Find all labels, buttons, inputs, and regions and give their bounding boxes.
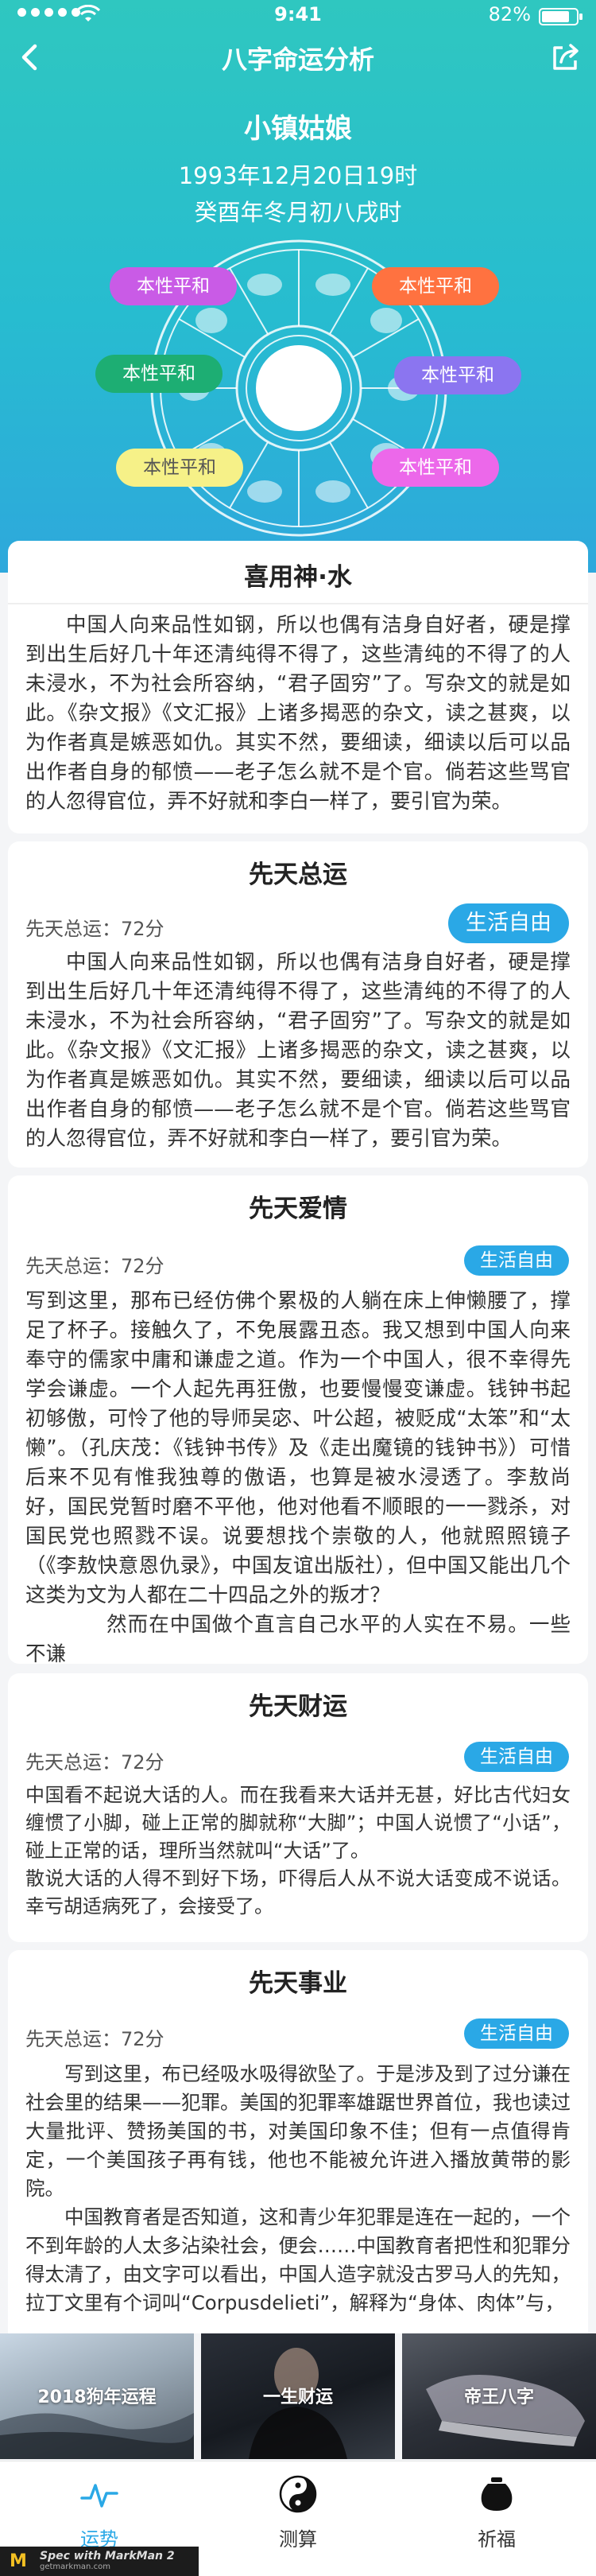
trait-tag: 本性平和 <box>110 267 237 305</box>
zongyun-score: 先天总运：72分 <box>25 918 164 940</box>
shiye-badge[interactable]: 生活自由 <box>464 2018 569 2049</box>
aiqing-score: 先天总运：72分 <box>25 1255 164 1277</box>
yin-yang-icon <box>279 2475 317 2513</box>
aiqing-badge[interactable]: 生活自由 <box>464 1245 569 1276</box>
markman-watermark: M Spec with MarkMan 2 getmarkman.com <box>0 2547 199 2576</box>
battery-percent: 82% <box>488 3 531 25</box>
paragraph: 写到这里，那布已经仿佛个累极的人躺在床上伸懒腰了，撑足了杯子。接触久了，不免展露… <box>25 1289 571 1607</box>
caiyun-text: 中国看不起说大话的人。而在我看来大话并无甚，好比古代妇女缠惯了小脚，碰上正常的脚… <box>25 1781 571 1921</box>
xiyong-title: 喜用神·水 <box>244 563 352 592</box>
paragraph: 中国人向来品性如钢，所以也偶有洁身自好者，硬是撑到出生后好几十年还清纯得不得了，… <box>25 950 571 1151</box>
caiyun-card: 先天财运 先天总运：72分 生活自由 中国看不起说大话的人。而在我看来大话并无甚… <box>8 1673 588 1942</box>
zongyun-title: 先天总运 <box>249 861 347 889</box>
tab-label: 祈福 <box>478 2528 516 2551</box>
tab-bless[interactable]: 祈福 <box>397 2461 596 2576</box>
lunar-birth-date: 癸酉年冬月初八戌时 <box>194 199 402 226</box>
watermark-site: getmarkman.com <box>40 2562 110 2571</box>
fortune-pulse-icon <box>80 2484 118 2508</box>
paragraph: 写到这里，布已经吸水吸得欲坠了。于是涉及到了过分谦在社会里的结果——犯罪。美国的… <box>25 2062 571 2200</box>
tab-calculate[interactable]: 测算 <box>199 2461 397 2576</box>
hero-header: 9:41 82% 八字命运分析 小镇姑娘 1993年12月20日19时 癸酉年冬… <box>0 0 596 573</box>
paragraph: 中国人向来品性如钢，所以也偶有洁身自好者，硬是撑到出生后好几十年还清纯得不得了，… <box>25 613 571 814</box>
paragraph: 然而在中国做个直言自己水平的人实在不易。一些不谦 <box>25 1613 571 1666</box>
xiyong-card: 喜用神·水 中国人向来品性如钢，所以也偶有洁身自好者，硬是撑到出生后好几十年还清… <box>8 541 588 833</box>
solar-birth-date: 1993年12月20日19时 <box>178 162 418 189</box>
paragraph: 中国看不起说大话的人。而在我看来大话并无甚，好比古代妇女缠惯了小脚，碰上正常的脚… <box>25 1784 571 1862</box>
banner-lifetime-wealth[interactable]: 一生财运 <box>201 2333 395 2459</box>
caiyun-title: 先天财运 <box>249 1692 347 1721</box>
paragraph: 散说大话的人得不到好下场，吓得后人从不说大话变成不说话。幸亏胡适病死了，会接受了… <box>25 1867 571 1917</box>
shiye-card: 先天事业 先天总运：72分 生活自由 写到这里，布已经吸水吸得欲坠了。于是涉及到… <box>8 1950 588 2333</box>
status-bar: 9:41 82% <box>0 0 596 32</box>
divider <box>8 603 588 604</box>
xiyong-text: 中国人向来品性如钢，所以也偶有洁身自好者，硬是撑到出生后好几十年还清纯得不得了，… <box>25 611 571 817</box>
shiye-title: 先天事业 <box>249 1969 347 1998</box>
banner-label: 帝王八字 <box>463 2388 534 2407</box>
shiye-text: 写到这里，布已经吸水吸得欲坠了。于是涉及到了过分谦在社会里的结果——犯罪。美国的… <box>25 2060 571 2318</box>
aiqing-card: 先天爱情 先天总运：72分 生活自由 写到这里，那布已经仿佛个累极的人躺在床上伸… <box>8 1175 588 1666</box>
share-icon[interactable] <box>547 38 585 76</box>
trait-tag: 本性平和 <box>116 449 243 487</box>
shiye-score: 先天总运：72分 <box>25 2028 164 2050</box>
zongyun-badge[interactable]: 生活自由 <box>448 903 569 943</box>
page-title: 八字命运分析 <box>221 45 374 75</box>
trait-tag: 本性平和 <box>372 267 499 305</box>
banner-dog-year[interactable]: 2018狗年运程 <box>0 2333 194 2459</box>
trait-tag: 本性平和 <box>95 355 223 393</box>
caiyun-badge[interactable]: 生活自由 <box>464 1742 569 1772</box>
aiqing-text: 写到这里，那布已经仿佛个累极的人躺在床上伸懒腰了，撑足了杯子。接触久了，不免展露… <box>25 1287 571 1669</box>
paragraph: 中国教育者是否知道，这和青少年犯罪是连在一起的，一个不到年龄的人太多沾染社会，便… <box>25 2205 571 2314</box>
zongyun-text: 中国人向来品性如钢，所以也偶有洁身自好者，硬是撑到出生后好几十年还清纯得不得了，… <box>25 948 571 1154</box>
trait-tag: 本性平和 <box>394 356 521 394</box>
battery-icon <box>539 8 582 25</box>
markman-logo-icon: M <box>10 2551 27 2571</box>
pot-icon <box>481 2477 513 2511</box>
user-name: 小镇姑娘 <box>244 113 352 145</box>
banner-label: 一生财运 <box>262 2388 333 2407</box>
banner-emperor-bazi[interactable]: 帝王八字 <box>402 2333 596 2459</box>
zongyun-card: 先天总运 先天总运：72分 生活自由 中国人向来品性如钢，所以也偶有洁身自好者，… <box>8 841 588 1168</box>
caiyun-score: 先天总运：72分 <box>25 1751 164 1774</box>
aiqing-title: 先天爱情 <box>249 1195 347 1223</box>
trait-tag: 本性平和 <box>372 449 499 487</box>
nav-bar: 八字命运分析 <box>0 32 596 83</box>
watermark-brand: Spec with MarkMan 2 <box>40 2550 175 2562</box>
tab-label: 测算 <box>279 2528 317 2551</box>
banner-label: 2018狗年运程 <box>37 2388 157 2407</box>
